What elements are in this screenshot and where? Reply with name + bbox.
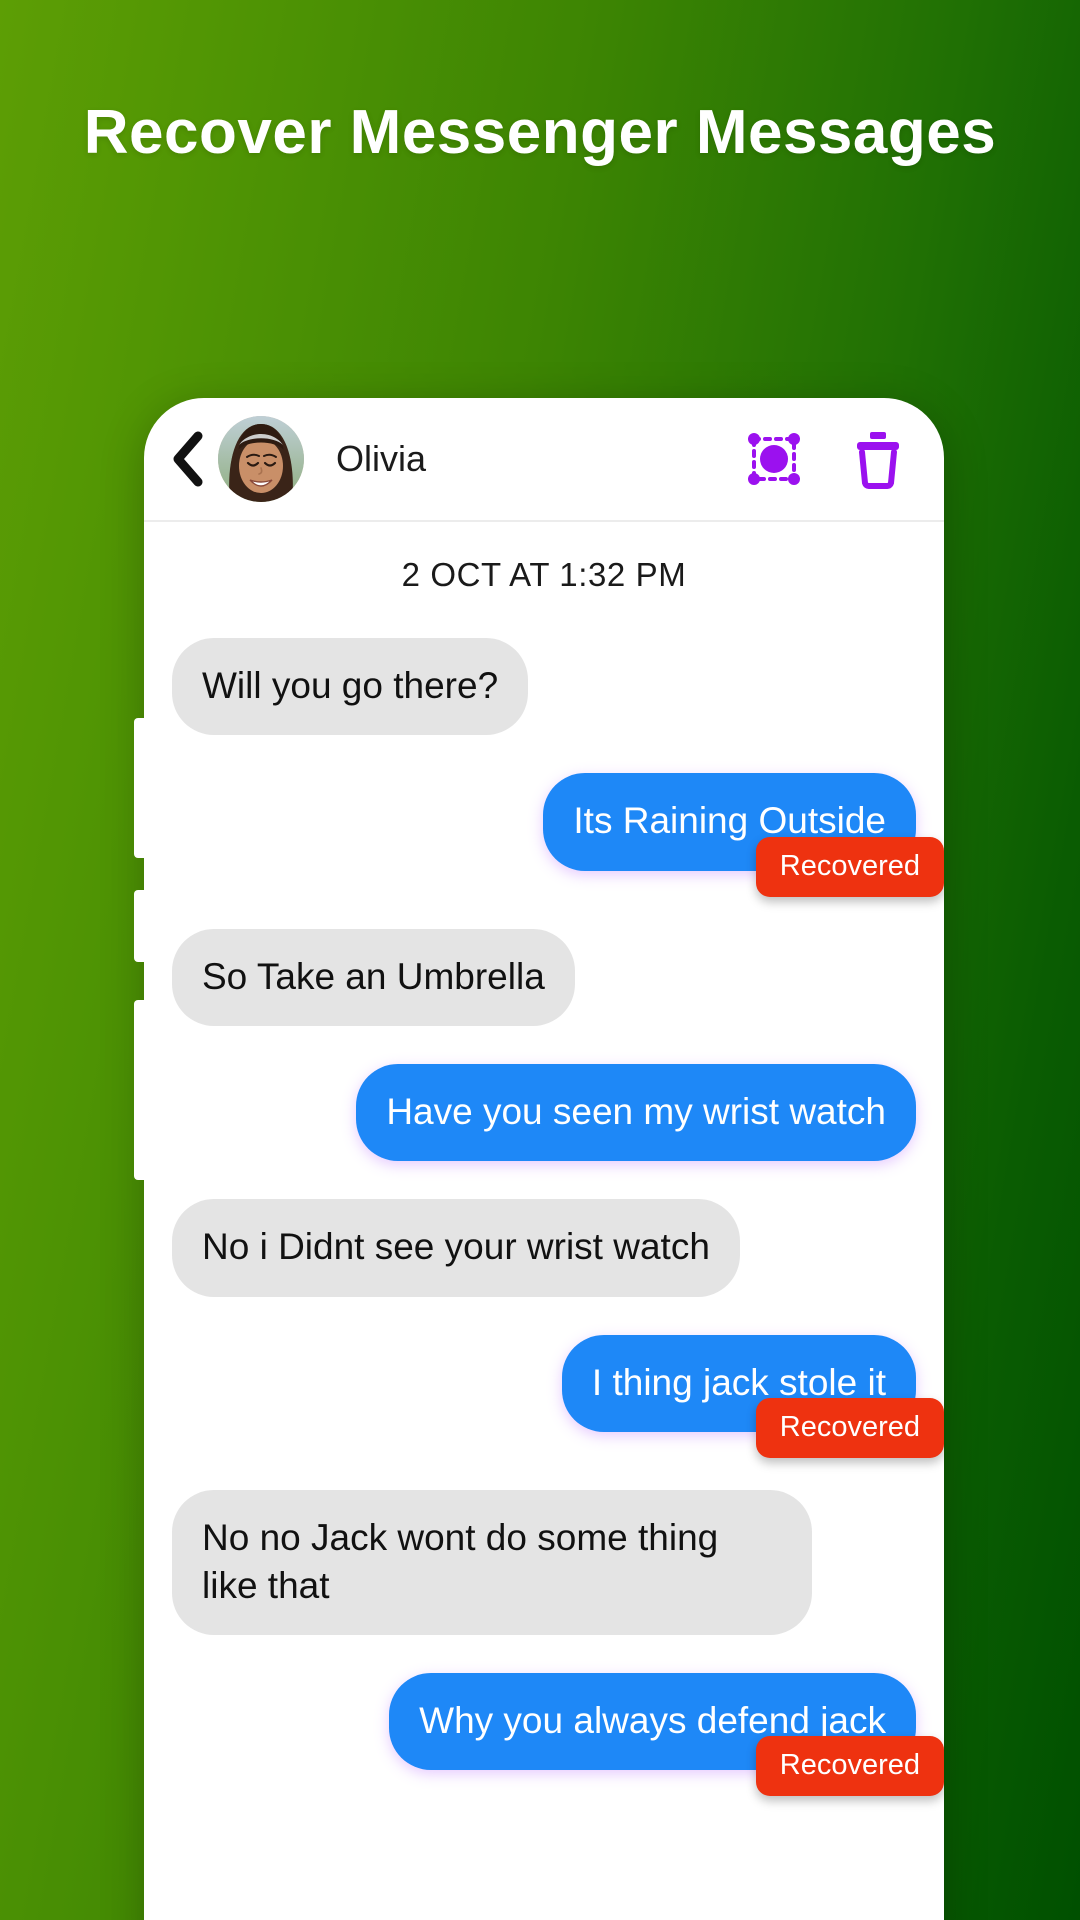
chat-message-list[interactable]: 2 OCT AT 1:32 PM Will you go there? Its R… <box>144 522 944 1920</box>
message-row[interactable]: Why you always defend jack Recovered <box>172 1672 944 1797</box>
message-bubble-wrapper: Its Raining Outside Recovered <box>543 773 944 897</box>
incoming-message-bubble[interactable]: So Take an Umbrella <box>172 928 575 1027</box>
recovered-status-badge: Recovered <box>755 1398 944 1459</box>
message-row[interactable]: I thing jack stole it Recovered <box>172 1334 944 1459</box>
phone-volume-down-button[interactable] <box>134 890 148 962</box>
incoming-message-bubble[interactable]: No i Didnt see your wrist watch <box>172 1199 740 1297</box>
message-row[interactable]: No no Jack wont do some thing like that <box>172 1490 916 1635</box>
phone-power-button[interactable] <box>134 1000 148 1180</box>
message-row[interactable]: So Take an Umbrella <box>172 928 916 1027</box>
incoming-message-bubble[interactable]: Will you go there? <box>172 638 529 736</box>
message-bubble-wrapper: Why you always defend jack Recovered <box>389 1672 944 1797</box>
avatar[interactable] <box>218 416 304 502</box>
delete-button[interactable] <box>846 427 910 491</box>
phone-mockup: Olivia 2 OCT AT 1:32 PM Will you go ther… <box>144 398 944 1920</box>
select-objects-button[interactable] <box>742 427 806 491</box>
trash-icon <box>851 429 905 489</box>
chevron-left-icon <box>171 431 205 487</box>
outgoing-message-bubble[interactable]: Have you seen my wrist watch <box>356 1064 916 1162</box>
message-row[interactable]: Will you go there? <box>172 638 916 736</box>
back-button[interactable] <box>164 429 212 489</box>
message-row[interactable]: Have you seen my wrist watch <box>172 1064 916 1162</box>
message-bubble-wrapper: Have you seen my wrist watch <box>356 1064 916 1162</box>
page-title: Recover Messenger Messages <box>83 98 997 167</box>
contact-avatar-photo <box>218 416 304 502</box>
chat-header: Olivia <box>144 398 944 522</box>
message-row[interactable]: No i Didnt see your wrist watch <box>172 1199 916 1297</box>
contact-name: Olivia <box>336 438 427 479</box>
incoming-message-bubble[interactable]: No no Jack wont do some thing like that <box>172 1490 812 1635</box>
message-bubble-wrapper: No no Jack wont do some thing like that <box>172 1490 812 1635</box>
recovered-status-badge: Recovered <box>755 836 944 897</box>
messages-container: Will you go there? Its Raining Outside Rec… <box>172 638 944 1797</box>
message-bubble-wrapper: No i Didnt see your wrist watch <box>172 1199 740 1297</box>
phone-volume-up-button[interactable] <box>134 718 148 858</box>
message-bubble-wrapper: Will you go there? <box>172 638 529 736</box>
message-row[interactable]: Its Raining Outside Recovered <box>172 773 944 897</box>
recovered-status-badge: Recovered <box>755 1736 944 1797</box>
select-object-icon <box>745 430 803 488</box>
promo-screen: Recover Messenger Messages Olivia 2 OCT … <box>0 0 1080 1920</box>
message-bubble-wrapper: So Take an Umbrella <box>172 928 575 1027</box>
date-divider: 2 OCT AT 1:32 PM <box>401 556 687 593</box>
message-bubble-wrapper: I thing jack stole it Recovered <box>561 1334 944 1459</box>
